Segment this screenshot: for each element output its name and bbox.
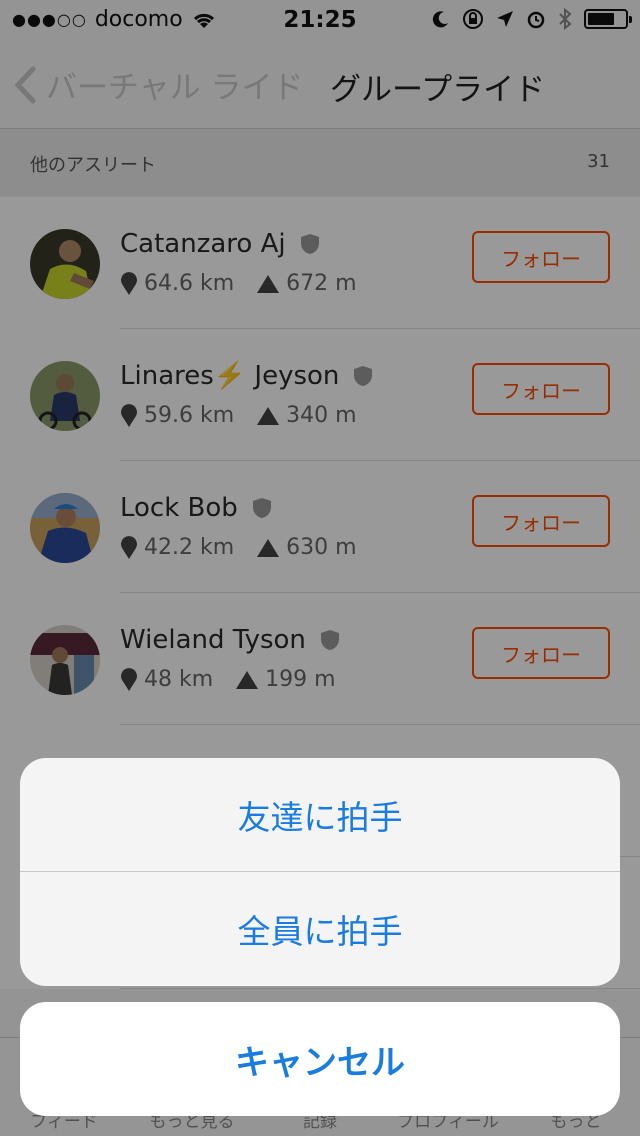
kudos-friends-button[interactable]: 友達に拍手 [20,758,620,871]
action-sheet: 友達に拍手 全員に拍手 [20,758,620,986]
cancel-button[interactable]: キャンセル [20,1002,620,1116]
kudos-all-button[interactable]: 全員に拍手 [20,872,620,985]
